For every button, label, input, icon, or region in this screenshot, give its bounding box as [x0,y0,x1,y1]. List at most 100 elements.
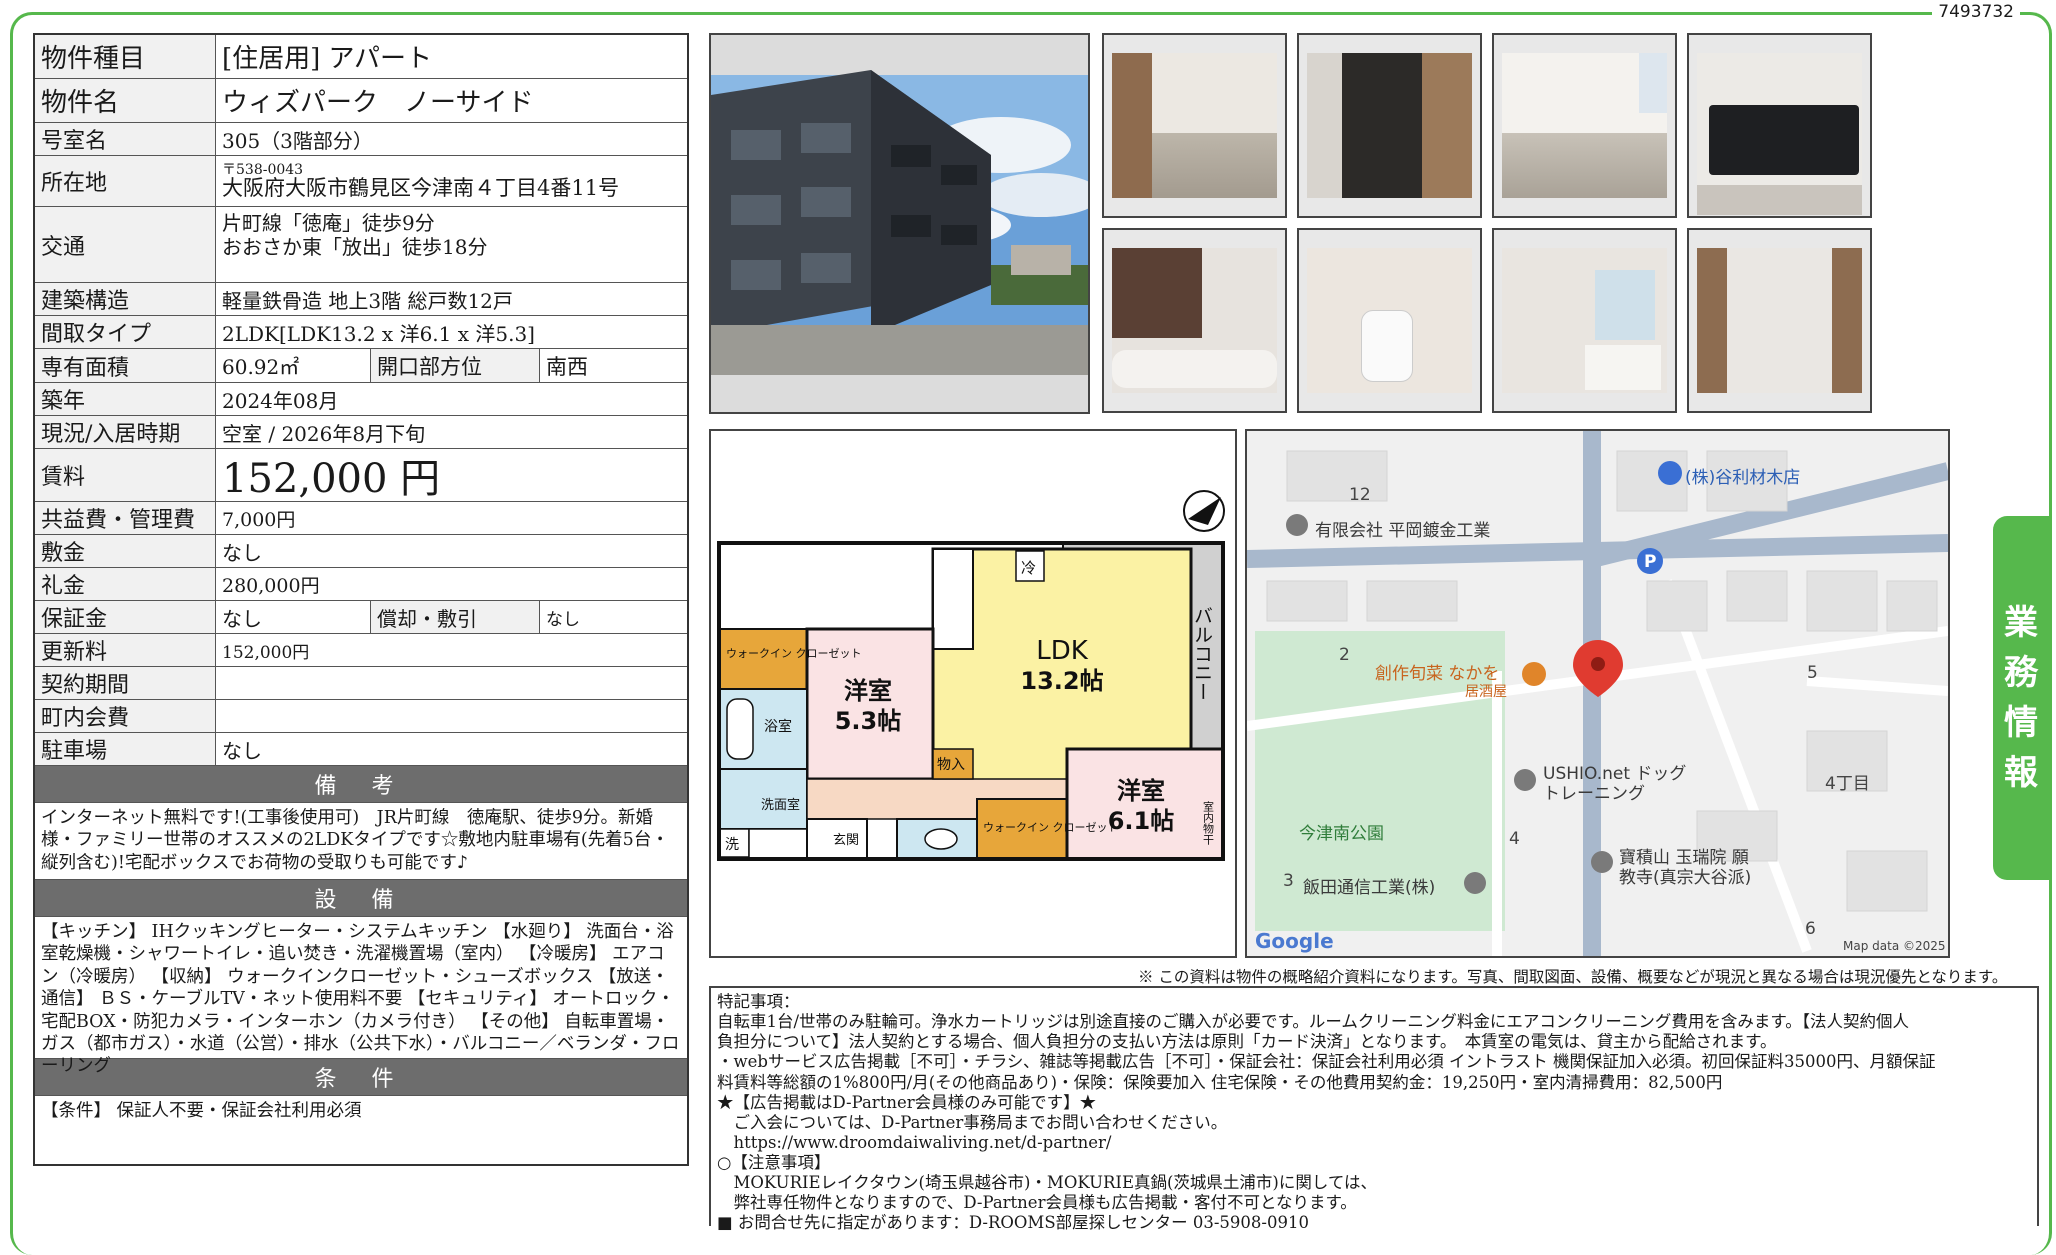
map-block-3: 3 [1283,871,1294,891]
label-area: 専有面積 [35,349,216,382]
washroom-label: 洗面室 [761,797,800,813]
interior-photo-closet[interactable] [1297,33,1482,218]
room1-label: 洋室 [844,677,892,705]
side-tab-char: 報 [2004,753,2038,793]
side-tab-char: 業 [2004,603,2038,643]
row-access: 交通 片町線「徳庵」徒歩9分 おおさか東「放出」徒歩18分 [35,207,687,283]
label-fee: 共益費・管理費 [35,502,216,534]
row-type: 物件種目 [住居用] アパート [35,35,687,79]
interior-photo-kitchen[interactable] [1687,33,1872,218]
indoor-dry-label: 室内物干 [1202,800,1215,846]
conditions-heading: 条 件 [35,1059,687,1096]
entrance-label: 玄関 [833,833,859,848]
parking-marker-icon: P [1637,548,1663,574]
side-tab-char: 情 [2004,703,2038,743]
conditions-text: 【条件】 保証人不要・保証会社利用必須 [41,1101,362,1121]
property-id: 7493732 [1932,2,2020,22]
special-note-line: 自転車1台/世帯のみ駐輪可。浄水カートリッジは別途直接のご購入が必要です。ルーム… [717,1012,1910,1032]
balcony-label: バルコニー [1191,606,1213,701]
special-note-line: ご入会については、D-Partner事務局までお問い合わせください。 [717,1112,1228,1132]
label-key-money: 礼金 [35,568,216,600]
remarks-text: インターネット無料です!(工事後使用可) JR片町線 徳庵駅、徒歩9分。新婚様・… [35,803,687,880]
value-layout: 2LDK[LDK13.2 x 洋6.1 x 洋5.3] [222,321,535,346]
side-tab-char: 務 [2004,653,2038,693]
value-key-money: 280,000円 [222,574,320,597]
floor-plan[interactable]: LDK 13.2帖 洋室 5.3帖 洋室 6.1帖 浴室 洗面室 玄関 物入 冷… [709,429,1237,958]
map-label-hiraoka: 有限会社 平岡鍍金工業 [1315,521,1491,541]
value-name: ウィズパーク ノーサイド [222,88,534,118]
map-label-iida: 飯田通信工業(株) [1303,878,1436,898]
value-deposit: なし [222,540,262,565]
label-rent: 賃料 [35,449,216,501]
map-label-temple-2: 教寺(真宗大谷派) [1619,868,1752,888]
property-info-table: 物件種目 [住居用] アパート 物件名 ウィズパーク ノーサイド 号室名 305… [33,33,689,1166]
value-community [216,700,687,732]
remarks-heading: 備 考 [35,766,687,803]
access-line-1: 片町線「徳庵」徒歩9分 [222,211,435,235]
shop-marker-icon [1658,461,1682,485]
label-access: 交通 [35,207,216,282]
row-name: 物件名 ウィズパーク ノーサイド [35,79,687,123]
interior-photo-storage[interactable] [1687,228,1872,413]
special-note-line: 負担分について】法人契約とする場合、個人負担分の支払い方法は原則「カード決済」と… [717,1032,1777,1052]
room1-size: 5.3帖 [835,707,902,735]
label-parking: 駐車場 [35,733,216,765]
row-fee: 共益費・管理費 7,000円 [35,502,687,535]
special-note-line: 料賃料等総額の1%800円/月(その他商品あり)・保険：保険要加入 住宅保険・そ… [717,1072,1723,1092]
special-note-line: 弊社専任物件となりますので、D-Partner会員様も広告掲載・客付不可となりま… [717,1193,1357,1213]
map-label-tanimoto: (株)谷利材木店 [1685,468,1801,488]
row-deposit: 敷金 なし [35,535,687,568]
special-note-line: ・webサービス広告掲載［不可］・チラシ、雑誌等掲載広告［不可］・保証会社：保証… [717,1052,1936,1072]
label-contract: 契約期間 [35,667,216,699]
label-address: 所在地 [35,156,216,206]
ldk-label: LDK [1036,636,1089,666]
value-area: 60.92㎡ [222,355,300,379]
interior-photo-bathroom[interactable] [1102,228,1287,413]
equipment-heading: 設 備 [35,880,687,917]
value-amortization: なし [539,601,687,633]
building-photo[interactable] [709,33,1090,414]
disclaimer-note: ※ この資料は物件の概略紹介資料になります。写真、間取図面、設備、概要などが現況… [1138,968,2008,986]
business-info-tab[interactable]: 業 務 情 報 [1993,516,2049,880]
value-structure: 軽量鉄骨造 地上3階 総戸数12戸 [222,288,513,313]
interior-photo-room[interactable] [1102,33,1287,218]
row-community: 町内会費 [35,700,687,733]
label-layout: 間取タイプ [35,316,216,348]
location-map[interactable]: P (株)谷利材木店 有限会社 平岡鍍金工業 創作旬菜 なかを 居酒屋 USHI… [1245,429,1950,958]
interior-photo-ldk[interactable] [1492,33,1677,218]
special-note-line: ■ お問合せ先に指定があります：D-ROOMS部屋探しセンター 03-5908-… [717,1213,1309,1233]
map-label-park: 今津南公園 [1299,824,1384,844]
wic2-label: ウォークイン クローゼット [983,821,1119,834]
map-label-chome: 4丁目 [1825,774,1870,794]
value-parking: なし [222,738,262,763]
label-renewal: 更新料 [35,634,216,666]
row-area: 専有面積 60.92㎡ 開口部方位 南西 [35,349,687,383]
map-block-5: 5 [1807,663,1818,683]
restaurant-marker-icon [1522,662,1546,686]
row-status: 現況/入居時期 空室 / 2026年8月下旬 [35,416,687,449]
postal-code: 〒538-0043 [222,161,304,178]
value-fee: 7,000円 [222,508,296,531]
value-status: 空室 / 2026年8月下旬 [222,421,426,446]
label-community: 町内会費 [35,700,216,732]
laundry-label: 洗 [725,837,739,853]
interior-photo-washroom[interactable] [1492,228,1677,413]
label-name: 物件名 [35,79,216,122]
interior-photo-toilet[interactable] [1297,228,1482,413]
value-orientation: 南西 [539,349,687,382]
row-key-money: 礼金 280,000円 [35,568,687,601]
row-renewal: 更新料 152,000円 [35,634,687,667]
row-room: 号室名 305（3階部分） [35,123,687,156]
value-room: 305（3階部分） [222,128,373,153]
map-block-4: 4 [1509,829,1520,849]
special-note-line: MOKURIEレイクタウン(埼玉県越谷市)・MOKURIE真鍋(茨城県土浦市)に… [717,1173,1378,1193]
special-note-line: 特記事項： [717,992,800,1011]
north-arrow-icon [1183,490,1225,532]
poi-marker-icon [1514,769,1536,791]
special-note-line[interactable]: https://www.droomdaiwaliving.net/d-partn… [717,1133,2031,1153]
label-room: 号室名 [35,123,216,155]
row-parking: 駐車場 なし [35,733,687,766]
special-note-line: ★【広告掲載はD-Partner会員様のみ可能です】★ [717,1092,1097,1112]
map-block-6: 6 [1805,919,1816,939]
value-guarantee: なし [222,606,262,631]
